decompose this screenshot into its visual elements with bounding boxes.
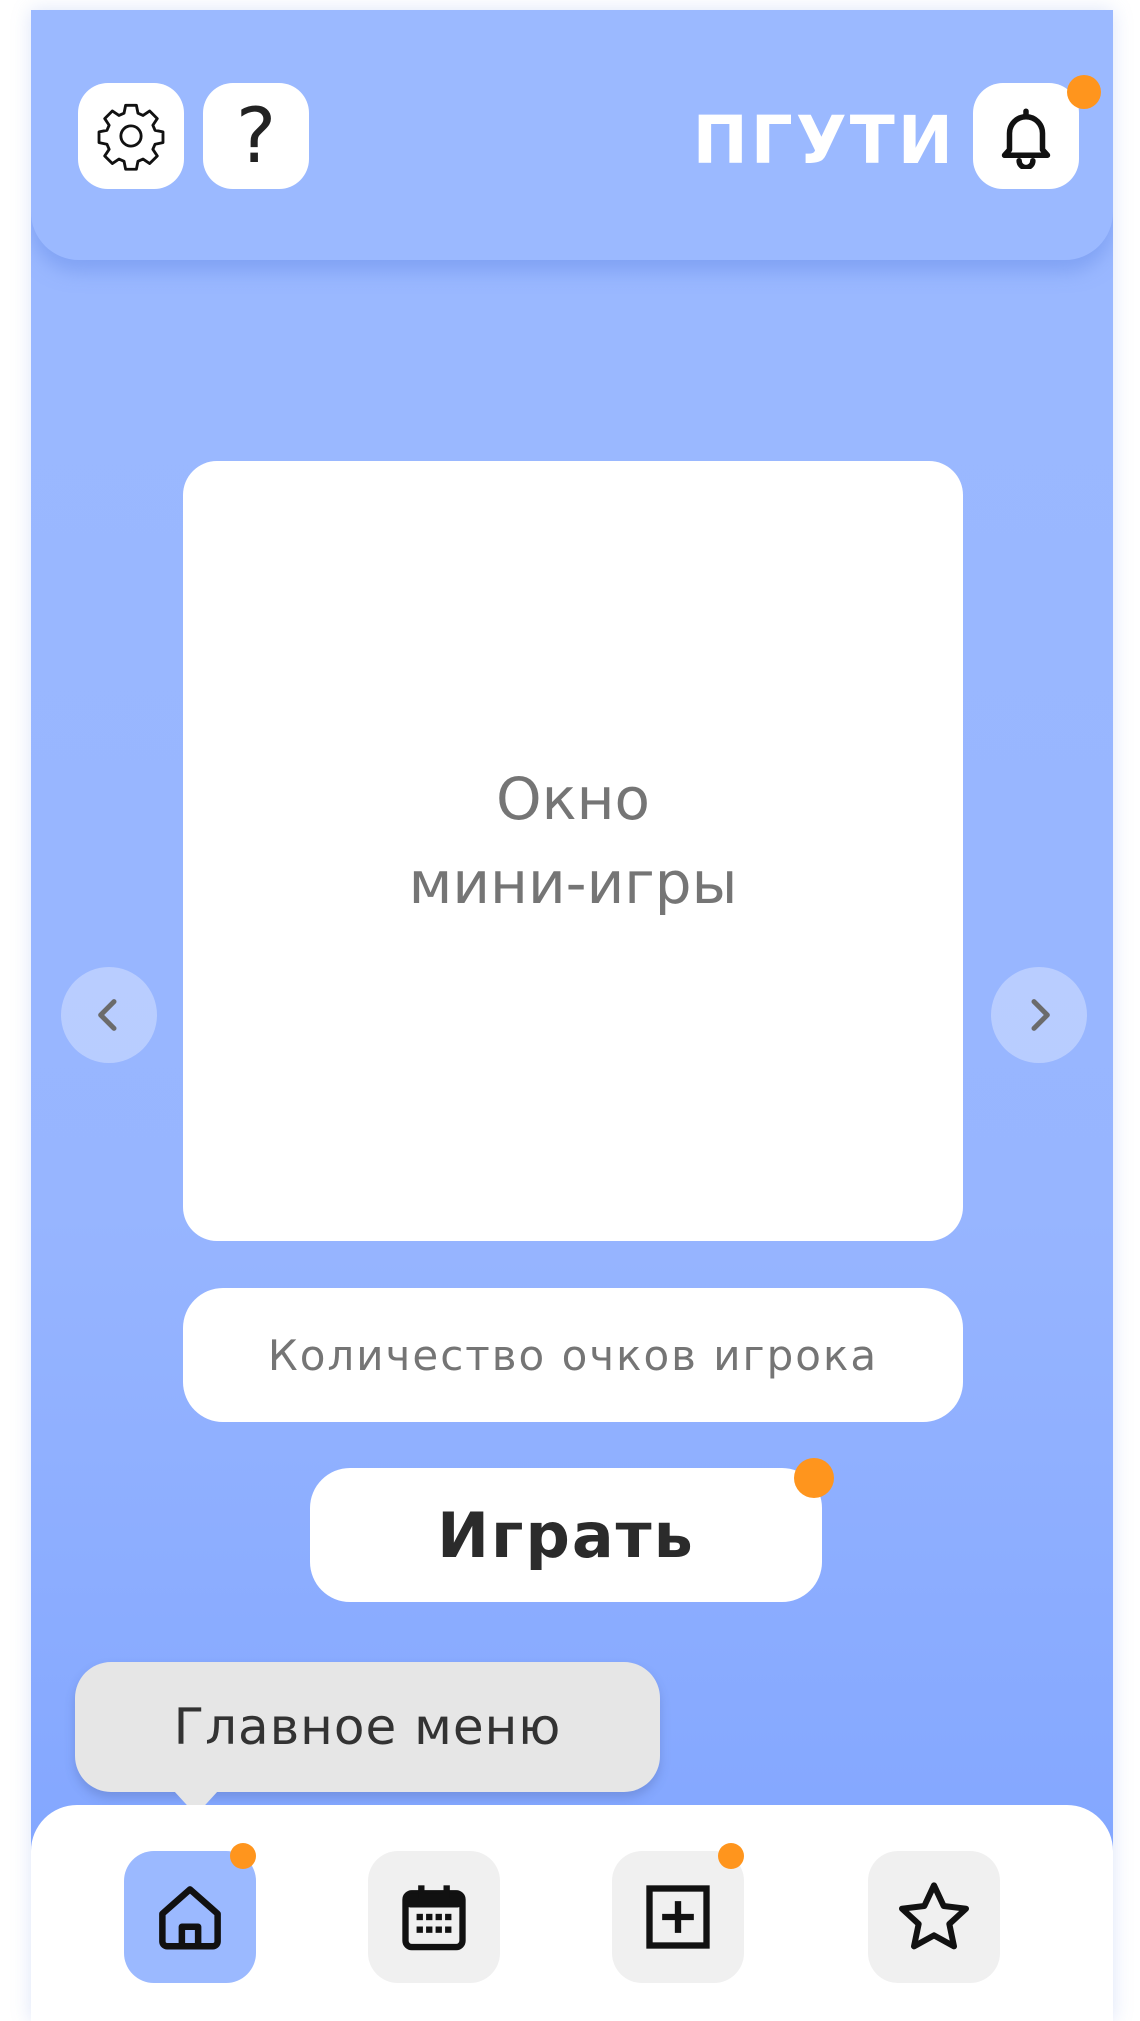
nav-add-button[interactable] — [612, 1851, 744, 1983]
mini-game-label-line1: Окно — [495, 765, 651, 833]
gear-icon — [97, 103, 165, 171]
previous-game-button[interactable] — [61, 967, 157, 1063]
nav-calendar-button[interactable] — [368, 1851, 500, 1983]
mini-game-window[interactable]: Окно мини-игры — [183, 461, 963, 1241]
nav-favorites-button[interactable] — [868, 1851, 1000, 1983]
bell-icon — [1001, 108, 1051, 169]
player-score-field: Количество очков игрока — [183, 1288, 963, 1422]
nav-add-badge — [718, 1843, 744, 1869]
notification-badge — [1067, 75, 1101, 109]
nav-home-badge — [230, 1843, 256, 1869]
play-button[interactable]: Играть — [310, 1468, 822, 1602]
main-menu-tooltip: Главное меню — [75, 1662, 660, 1792]
chevron-left-icon — [98, 999, 117, 1031]
calendar-icon — [402, 1885, 466, 1951]
bottom-navigation — [31, 1805, 1113, 2021]
home-icon — [159, 1886, 221, 1950]
settings-button[interactable] — [78, 83, 184, 189]
notifications-button[interactable] — [973, 83, 1079, 189]
star-icon — [899, 1882, 969, 1950]
help-button[interactable]: ? — [203, 83, 309, 189]
question-icon: ? — [235, 91, 277, 180]
app-screen: ? ПГУТИ Окно мини-игры Количество очков … — [31, 10, 1113, 2021]
nav-home-button[interactable] — [124, 1851, 256, 1983]
plus-square-icon — [646, 1885, 710, 1949]
mini-game-label: Окно мини-игры — [409, 757, 738, 925]
next-game-button[interactable] — [991, 967, 1087, 1063]
mini-game-label-line2: мини-игры — [408, 849, 738, 917]
play-button-badge — [794, 1458, 834, 1498]
chevron-right-icon — [1031, 999, 1050, 1031]
app-title: ПГУТИ — [692, 102, 956, 179]
top-bar: ? ПГУТИ — [31, 10, 1113, 260]
